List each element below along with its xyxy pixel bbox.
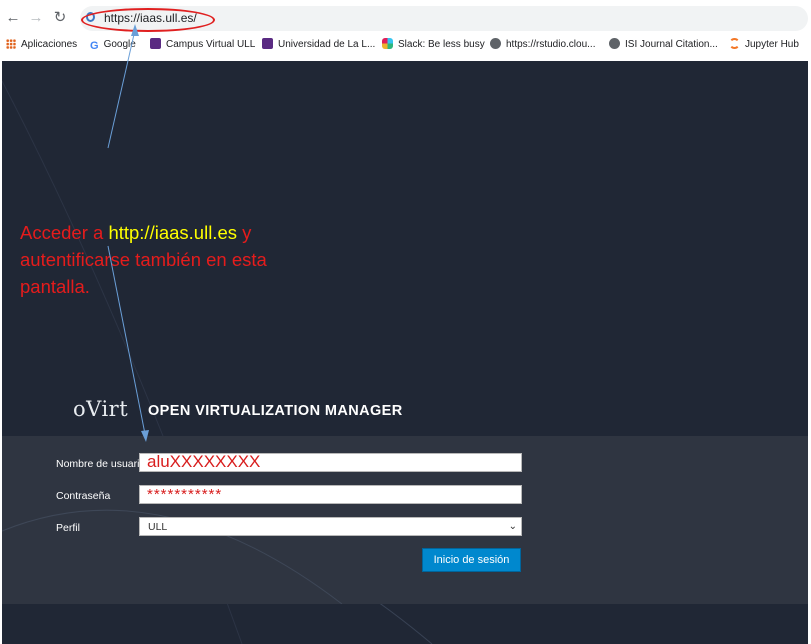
profile-value: ULL — [148, 521, 168, 533]
chevron-down-icon: ⌄ — [508, 521, 517, 532]
bookmark-isi[interactable]: ISI Journal Citation... — [609, 38, 718, 52]
instruction-annotation: Acceder a http://iaas.ull.es y autentifi… — [20, 219, 320, 300]
bookmark-slack[interactable]: Slack: Be less busy — [382, 38, 485, 52]
universidad-icon — [262, 38, 273, 49]
bookmark-label: https://rstudio.clou... — [506, 39, 596, 50]
bookmark-label: Slack: Be less busy — [398, 39, 485, 50]
bookmark-label: Campus Virtual ULL — [166, 39, 256, 50]
login-button[interactable]: Inicio de sesión — [422, 548, 521, 572]
product-title: OPEN VIRTUALIZATION MANAGER — [148, 403, 403, 419]
slack-icon — [382, 38, 393, 49]
reload-icon[interactable]: ↻ — [51, 9, 69, 27]
url-highlight-ellipse — [81, 8, 215, 32]
bookmark-aplicaciones[interactable]: Aplicaciones — [6, 38, 77, 52]
bookmark-label: Universidad de La L... — [278, 39, 376, 50]
ovirt-logo: oVirt — [73, 397, 129, 421]
ovirt-login-page: oVirt OPEN VIRTUALIZATION MANAGER Nombre… — [2, 61, 808, 644]
globe-icon — [490, 38, 501, 49]
annotation-suffix: y — [236, 222, 252, 243]
google-icon: G — [90, 40, 99, 52]
campus-virtual-icon — [150, 38, 161, 49]
back-arrow-icon[interactable]: ← — [4, 9, 22, 27]
globe-icon — [609, 38, 620, 49]
forward-arrow-icon[interactable]: → — [27, 9, 45, 27]
bookmark-universidad[interactable]: Universidad de La L... — [262, 38, 375, 52]
username-input[interactable]: aluXXXXXXXX — [139, 452, 522, 472]
annotation-link: http://iaas.ull.es — [108, 222, 237, 243]
password-input[interactable]: *********** — [139, 485, 522, 504]
bookmark-rstudio[interactable]: https://rstudio.clou... — [490, 38, 596, 52]
username-value: aluXXXXXXXX — [147, 452, 261, 471]
password-label: Contraseña — [56, 490, 111, 502]
jupyter-icon — [729, 38, 740, 49]
bookmark-campus-virtual[interactable]: Campus Virtual ULL — [150, 38, 255, 52]
browser-chrome: ← → ↻ https://iaas.ull.es/ Aplicaciones … — [0, 0, 811, 61]
bookmark-label: ISI Journal Citation... — [625, 39, 718, 50]
bookmark-jupyter[interactable]: Jupyter Hub — [729, 38, 799, 52]
apps-grid-icon — [6, 39, 16, 49]
password-value: *********** — [147, 486, 223, 503]
bookmark-label: Aplicaciones — [21, 39, 78, 50]
profile-select[interactable]: ULL ⌄ — [139, 517, 522, 536]
profile-label: Perfil — [56, 522, 80, 534]
annotation-line2: autentificarse también en esta — [20, 249, 267, 270]
bookmark-google[interactable]: G Google — [90, 38, 136, 52]
annotation-prefix: Acceder a — [20, 222, 109, 243]
bookmark-label: Jupyter Hub — [745, 39, 799, 50]
bookmark-label: Google — [103, 39, 136, 50]
username-label: Nombre de usuario — [56, 458, 146, 470]
annotation-line3: pantalla. — [20, 276, 90, 297]
